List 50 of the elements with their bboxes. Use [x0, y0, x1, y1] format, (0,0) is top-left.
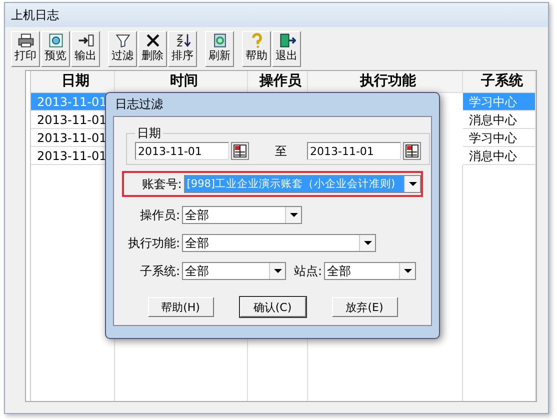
dialog-button[interactable]: 帮助(H) [148, 297, 214, 317]
subsystem-dropdown[interactable]: 全部 [182, 262, 286, 280]
toolbar-button[interactable]: 排序 [168, 31, 197, 67]
date-field[interactable]: 2013-11-01 [307, 142, 401, 160]
toolbar-button[interactable]: 刷新 [205, 31, 234, 67]
dropdown-arrow-icon [290, 213, 298, 217]
function-dropdown[interactable]: 全部 [182, 234, 376, 252]
dialog-button[interactable]: 放弃(E) [332, 297, 398, 317]
field-label: 账套号: [140, 176, 183, 192]
dropdown-arrow-icon [364, 241, 372, 245]
window-title: 上机日志 [5, 3, 548, 27]
dropdown-arrow-icon [408, 182, 416, 186]
column-header: 日期 [31, 71, 115, 93]
field-label: 执行功能: [126, 234, 181, 252]
group-label: 日期 [136, 125, 162, 142]
filter-icon [114, 33, 132, 48]
calendar-button[interactable] [403, 142, 421, 160]
toolbar-button[interactable]: 帮助 [242, 31, 271, 67]
toolbar-button[interactable]: 删除 [138, 31, 167, 67]
toolbar-button[interactable]: 输出 [71, 31, 100, 67]
column-header: 操作员 [248, 71, 308, 93]
site-dropdown[interactable]: 全部 [324, 262, 416, 280]
field-label: 操作员: [138, 206, 181, 224]
field-label: 站点: [294, 262, 322, 280]
calendar-icon [233, 144, 247, 158]
printer-icon [16, 33, 34, 48]
date-field[interactable]: 2013-11-01 [135, 142, 229, 160]
toolbar-button[interactable]: 预览 [41, 31, 70, 67]
column-header: 时间 [115, 71, 248, 93]
door-icon [278, 33, 296, 48]
table-cell: 消息中心 [463, 147, 536, 165]
export-icon [76, 33, 94, 48]
toolbar-button[interactable]: 过滤 [108, 31, 137, 67]
table-cell: 学习中心 [463, 129, 536, 147]
column-header: 执行功能 [308, 71, 463, 93]
column-header: 子系统 [463, 71, 536, 93]
sort-icon [174, 33, 192, 48]
calendar-icon [405, 144, 419, 158]
table-cell: 消息中心 [463, 111, 536, 129]
toolbar-button[interactable]: 打印 [11, 31, 40, 67]
range-separator: 至 [275, 142, 287, 160]
dialog-title: 日志过滤 [114, 96, 164, 113]
dialog-button[interactable]: 确认(C) [240, 297, 306, 317]
calendar-button[interactable] [231, 142, 249, 160]
dropdown-arrow-icon [274, 269, 282, 273]
field-label: 子系统: [138, 262, 181, 280]
table-cell: 学习中心 [463, 93, 536, 111]
dropdown-arrow-icon [404, 269, 412, 273]
operator-dropdown[interactable]: 全部 [182, 206, 302, 224]
toolbar-button[interactable]: 退出 [272, 31, 301, 67]
